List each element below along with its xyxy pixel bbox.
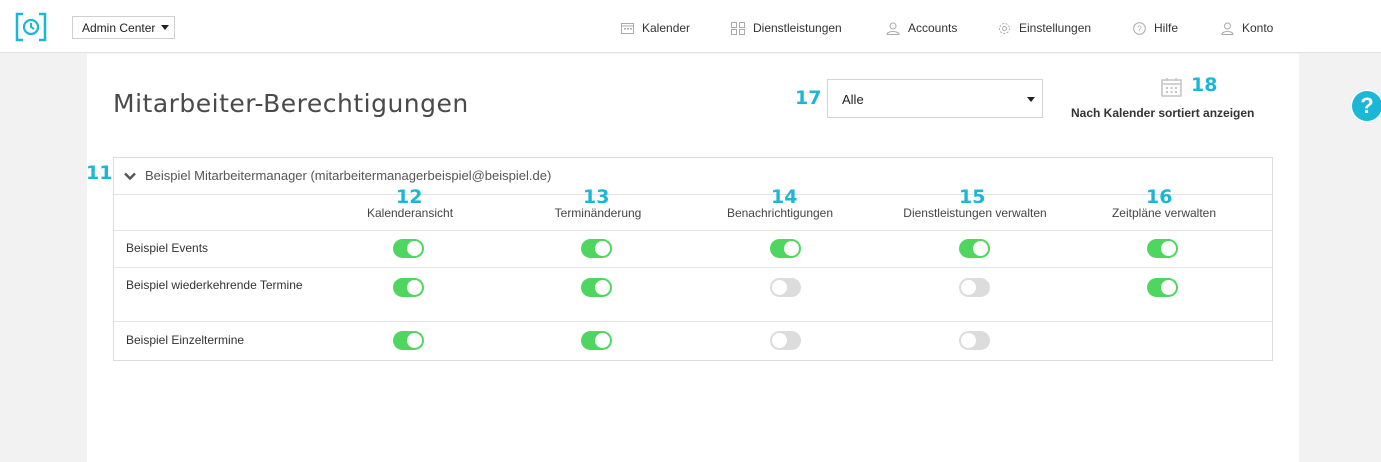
toggle-knob	[1161, 241, 1176, 256]
page-title: Mitarbeiter-Berechtigungen	[113, 89, 469, 118]
toggle-knob	[961, 280, 976, 295]
admin-center-select-label: Admin Center	[82, 21, 156, 35]
marker-14: 14	[771, 186, 798, 208]
toggle-knob	[407, 241, 422, 256]
toggle-knob	[973, 241, 988, 256]
marker-11: 11	[86, 162, 113, 184]
permission-toggle[interactable]	[581, 278, 612, 297]
users-icon	[886, 22, 900, 35]
permission-toggle[interactable]	[770, 278, 801, 297]
toggle-knob	[1161, 280, 1176, 295]
permission-toggle[interactable]	[393, 239, 424, 258]
permission-toggle[interactable]	[393, 278, 424, 297]
user-icon	[1221, 22, 1234, 35]
column-header-benachrichtigungen: Benachrichtigungen	[726, 206, 834, 220]
toggle-knob	[784, 241, 799, 256]
permission-toggle[interactable]	[393, 331, 424, 350]
admin-center-select[interactable]: Admin Center	[72, 16, 175, 39]
nav-dienstleistungen-label: Dienstleistungen	[753, 21, 842, 35]
column-header-dienstleistungen-verwalten: Dienstleistungen verwalten	[903, 206, 1047, 220]
chevron-down-icon	[124, 172, 136, 181]
caret-down-icon	[161, 25, 169, 30]
question-circle-icon: ?	[1133, 21, 1146, 35]
nav-accounts[interactable]: Accounts	[886, 20, 957, 36]
help-float-button[interactable]: ?	[1350, 89, 1381, 123]
nav-hilfe-label: Hilfe	[1154, 21, 1179, 35]
grid-icon	[731, 21, 745, 35]
toggle-knob	[772, 280, 787, 295]
gear-icon	[999, 22, 1010, 34]
panel-header-collapse-toggle[interactable]: Beispiel Mitarbeitermanager (mitarbeiter…	[114, 158, 1272, 195]
nav-konto-label: Konto	[1242, 21, 1274, 35]
permission-toggle[interactable]	[770, 331, 801, 350]
permission-toggle[interactable]	[581, 239, 612, 258]
svg-text:?: ?	[1137, 24, 1142, 33]
permission-toggle[interactable]	[959, 239, 990, 258]
nav-accounts-label: Accounts	[908, 21, 958, 35]
question-circle-icon: ?	[1360, 93, 1374, 118]
toggle-knob	[595, 333, 610, 348]
permission-toggle[interactable]	[959, 278, 990, 297]
column-header-kalenderansicht: Kalenderansicht	[366, 206, 454, 220]
marker-16: 16	[1146, 186, 1173, 208]
row-label-einzeltermine: Beispiel Einzeltermine	[126, 333, 245, 347]
nav-hilfe[interactable]: ? Hilfe	[1133, 20, 1178, 36]
app-logo-clock-icon[interactable]	[15, 12, 47, 42]
toggle-knob	[772, 333, 787, 348]
sort-by-calendar-link[interactable]: Nach Kalender sortiert anzeigen	[1071, 106, 1254, 120]
toggle-knob	[407, 280, 422, 295]
toggle-knob	[961, 333, 976, 348]
row-label-wiederkehrende-termine: Beispiel wiederkehrende Termine	[126, 278, 303, 292]
column-header-terminaenderung: Terminänderung	[554, 206, 642, 220]
calendar-icon[interactable]	[1161, 77, 1182, 97]
marker-18: 18	[1191, 74, 1218, 96]
toggle-knob	[595, 280, 610, 295]
calendar-filter-select[interactable]: Alle	[827, 79, 1043, 118]
marker-12: 12	[396, 186, 423, 208]
row-divider	[114, 267, 1272, 268]
toggle-knob	[407, 333, 422, 348]
row-label-events: Beispiel Events	[126, 241, 209, 255]
nav-einstellungen-label: Einstellungen	[1019, 21, 1092, 35]
row-divider	[114, 321, 1272, 322]
permission-toggle[interactable]	[770, 239, 801, 258]
nav-konto[interactable]: Konto	[1221, 20, 1273, 36]
nav-dienstleistungen[interactable]: Dienstleistungen	[731, 20, 842, 36]
calendar-filter-value: Alle	[842, 92, 864, 107]
nav-einstellungen[interactable]: Einstellungen	[998, 20, 1091, 36]
top-navigation-bar: Admin Center Kalender Dienstleistungen A…	[0, 0, 1381, 53]
row-divider	[114, 230, 1272, 231]
caret-down-icon	[1027, 97, 1035, 102]
permission-toggle[interactable]	[581, 331, 612, 350]
column-header-zeitplaene-verwalten: Zeitpläne verwalten	[1111, 206, 1217, 220]
marker-13: 13	[583, 186, 610, 208]
nav-kalender-label: Kalender	[642, 21, 691, 35]
marker-17: 17	[795, 87, 822, 109]
toggle-knob	[595, 241, 610, 256]
permission-toggle[interactable]	[959, 331, 990, 350]
calendar-icon	[621, 23, 634, 34]
permission-toggle[interactable]	[1147, 278, 1178, 297]
panel-header-title: Beispiel Mitarbeitermanager (mitarbeiter…	[145, 168, 552, 183]
permission-toggle[interactable]	[1147, 239, 1178, 258]
nav-kalender[interactable]: Kalender	[621, 20, 690, 36]
marker-15: 15	[959, 186, 986, 208]
